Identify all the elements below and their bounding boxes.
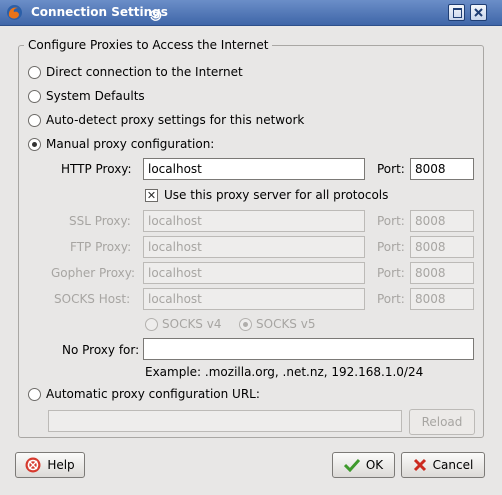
group-title: Configure Proxies to Access the Internet [24,38,273,52]
cancel-button[interactable]: Cancel [401,452,485,478]
ssl-port-input[interactable]: 8008 [410,210,474,232]
same-proxy-checkbox[interactable]: ✕ [145,189,158,202]
cancel-x-icon [413,458,426,472]
cancel-button-label: Cancel [432,458,474,472]
http-port-input[interactable]: 8008 [410,158,474,180]
socks-host-label: SOCKS Host: [54,292,131,306]
radio-autodetect[interactable] [28,114,41,127]
radio-direct[interactable] [28,66,41,79]
http-proxy-label: HTTP Proxy: [61,162,132,176]
gopher-port-label: Port: [377,266,405,280]
ssl-port-label: Port: [377,214,405,228]
radio-socks-v4[interactable] [145,318,158,331]
ssl-proxy-label: SSL Proxy: [69,214,131,228]
radio-manual[interactable] [28,138,41,151]
firefox-icon [6,4,23,21]
ftp-port-label: Port: [377,240,405,254]
radio-auto-url-label[interactable]: Automatic proxy configuration URL: [46,387,260,401]
socks-port-input[interactable]: 8008 [410,288,474,310]
checkmark-icon [343,458,360,472]
ftp-proxy-label: FTP Proxy: [70,240,132,254]
socks-v5-label[interactable]: SOCKS v5 [256,317,315,331]
close-button[interactable] [470,4,487,21]
radio-autodetect-label[interactable]: Auto-detect proxy settings for this netw… [46,113,304,127]
ftp-port-input[interactable]: 8008 [410,236,474,258]
reload-button[interactable]: Reload [409,409,475,435]
ftp-proxy-input[interactable]: localhost [143,236,365,258]
radio-manual-label[interactable]: Manual proxy configuration: [46,137,214,151]
gopher-proxy-label: Gopher Proxy: [51,266,136,280]
radio-system-defaults-label[interactable]: System Defaults [46,89,145,103]
ok-button-label: OK [365,458,384,472]
socks-host-input[interactable]: localhost [143,288,365,310]
ssl-proxy-input[interactable]: localhost [143,210,365,232]
ok-button[interactable]: OK [332,452,395,478]
help-button[interactable]: Help [15,452,85,478]
no-proxy-label: No Proxy for: [62,343,140,357]
reload-button-label: Reload [421,415,463,429]
help-icon [25,457,41,473]
same-proxy-label[interactable]: Use this proxy server for all protocols [164,188,388,202]
radio-socks-v5[interactable] [239,318,252,331]
radio-auto-url[interactable] [28,388,41,401]
gopher-proxy-input[interactable]: localhost [143,262,365,284]
kde-spiral-icon [148,5,164,21]
http-proxy-input[interactable]: localhost [143,158,365,180]
socks-port-label: Port: [377,292,405,306]
close-icon [474,8,483,17]
radio-system-defaults[interactable] [28,90,41,103]
http-port-label: Port: [377,162,405,176]
maximize-button[interactable] [448,4,465,21]
socks-v4-label[interactable]: SOCKS v4 [162,317,221,331]
gopher-port-input[interactable]: 8008 [410,262,474,284]
radio-direct-label[interactable]: Direct connection to the Internet [46,65,243,79]
no-proxy-input[interactable] [143,338,474,360]
auto-url-input[interactable] [48,410,402,432]
no-proxy-example: Example: .mozilla.org, .net.nz, 192.168.… [145,365,424,379]
help-button-label: Help [47,458,75,472]
